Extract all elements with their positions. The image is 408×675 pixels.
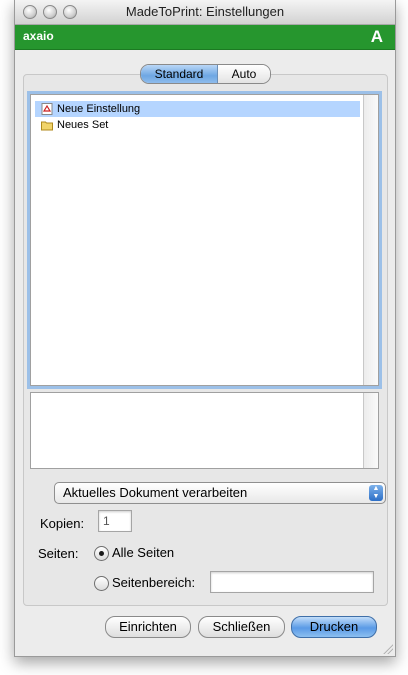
brand-name: axaio xyxy=(23,29,54,43)
page-range-radio[interactable] xyxy=(94,576,109,591)
setup-button[interactable]: Einrichten xyxy=(105,616,191,638)
popup-arrows-icon: ▲ ▼ xyxy=(369,485,383,501)
pages-label: Seiten: xyxy=(38,546,79,561)
brand-banner: axaio A xyxy=(15,25,395,50)
axaio-logo-icon: A xyxy=(370,27,383,46)
pdf-document-icon xyxy=(41,103,53,115)
list-item[interactable]: Neue Einstellung xyxy=(35,101,360,117)
list-item-label: Neues Set xyxy=(57,119,109,131)
list-item[interactable]: Neues Set xyxy=(35,117,108,133)
print-button[interactable]: Drucken xyxy=(291,616,377,638)
list-item-label: Neue Einstellung xyxy=(57,103,141,115)
tab-standard[interactable]: Standard xyxy=(141,65,218,83)
settings-list[interactable]: Neue Einstellung Neues Set xyxy=(30,94,379,386)
all-pages-label: Alle Seiten xyxy=(112,545,175,560)
description-area xyxy=(30,392,379,469)
mode-popup[interactable]: Aktuelles Dokument verarbeiten ▲ ▼ xyxy=(54,482,386,504)
title-bar: MadeToPrint: Einstellungen xyxy=(15,0,395,25)
resize-grip-icon[interactable] xyxy=(383,644,393,654)
folder-icon xyxy=(41,121,53,131)
tab-auto[interactable]: Auto xyxy=(218,65,270,83)
all-pages-radio[interactable] xyxy=(94,546,109,561)
description-scrollbar[interactable] xyxy=(363,393,378,468)
list-scrollbar[interactable] xyxy=(363,95,378,385)
page-range-field[interactable] xyxy=(210,571,374,593)
copies-field[interactable]: 1 xyxy=(98,510,132,532)
mode-popup-value: Aktuelles Dokument verarbeiten xyxy=(63,485,248,500)
page-range-label: Seitenbereich: xyxy=(112,575,196,590)
close-button[interactable]: Schließen xyxy=(198,616,285,638)
mode-tabs: Standard Auto xyxy=(140,64,271,84)
settings-window: MadeToPrint: Einstellungen axaio A Stand… xyxy=(14,0,396,657)
copies-label: Kopien: xyxy=(40,516,85,531)
window-title: MadeToPrint: Einstellungen xyxy=(125,4,285,19)
